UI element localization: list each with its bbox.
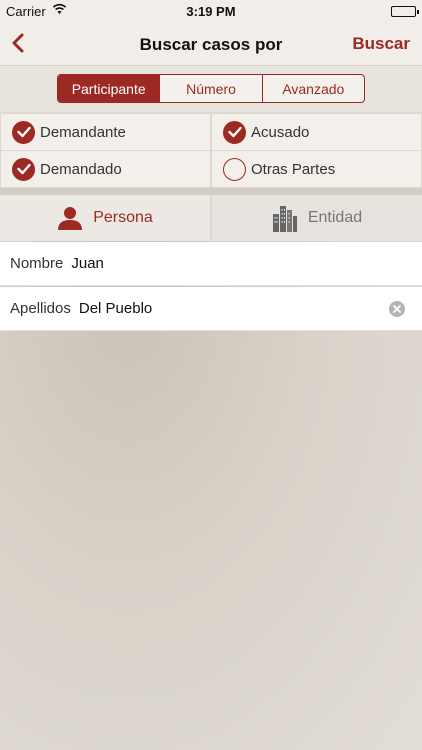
- section-divider: [0, 188, 422, 195]
- status-bar: Carrier 3:19 PM: [0, 0, 422, 22]
- tab-participante[interactable]: Participante: [58, 75, 160, 102]
- search-mode-bar: Participante Número Avanzado: [0, 66, 422, 112]
- status-time: 3:19 PM: [186, 4, 236, 19]
- nombre-label: Nombre: [10, 255, 64, 272]
- tab-avanzado[interactable]: Avanzado: [261, 75, 364, 102]
- party-role-checkboxes: Demandante Acusado Demandado Otras Parte…: [0, 112, 422, 188]
- party-type-selector: Persona Entidad: [0, 195, 422, 241]
- search-mode-segmented-control: Participante Número Avanzado: [57, 74, 365, 103]
- empty-circle-icon: [223, 157, 246, 181]
- nombre-input[interactable]: Juan: [71, 255, 422, 272]
- search-button[interactable]: Buscar: [352, 34, 410, 54]
- entidad-label: Entidad: [307, 209, 363, 226]
- checkbox-label: Otras Partes: [251, 160, 336, 178]
- nombre-field[interactable]: Nombre Juan: [0, 242, 422, 286]
- checkmark-icon: [12, 157, 35, 181]
- apellidos-field[interactable]: Apellidos Del Pueblo: [0, 287, 422, 331]
- checkbox-acusado[interactable]: Acusado: [212, 114, 421, 150]
- apellidos-label: Apellidos: [10, 300, 71, 317]
- persona-label: Persona: [93, 209, 153, 226]
- person-icon: [57, 206, 83, 230]
- checkbox-label: Acusado: [251, 123, 310, 141]
- checkbox-otras-partes[interactable]: Otras Partes: [212, 151, 421, 187]
- entidad-button[interactable]: Entidad: [212, 195, 422, 241]
- checkmark-icon: [12, 120, 35, 144]
- clear-icon[interactable]: [389, 300, 405, 317]
- navigation-bar: Buscar casos por Buscar: [0, 22, 422, 66]
- checkbox-label: Demandado: [40, 160, 122, 178]
- checkbox-demandado[interactable]: Demandado: [1, 151, 210, 187]
- tab-numero[interactable]: Número: [159, 75, 261, 102]
- checkbox-demandante[interactable]: Demandante: [1, 114, 210, 150]
- checkbox-label: Demandante: [40, 123, 126, 141]
- apellidos-input[interactable]: Del Pueblo: [79, 300, 389, 317]
- battery-icon: [391, 6, 419, 17]
- persona-button[interactable]: Persona: [0, 195, 210, 241]
- checkmark-icon: [223, 120, 246, 144]
- buildings-icon: [272, 204, 298, 232]
